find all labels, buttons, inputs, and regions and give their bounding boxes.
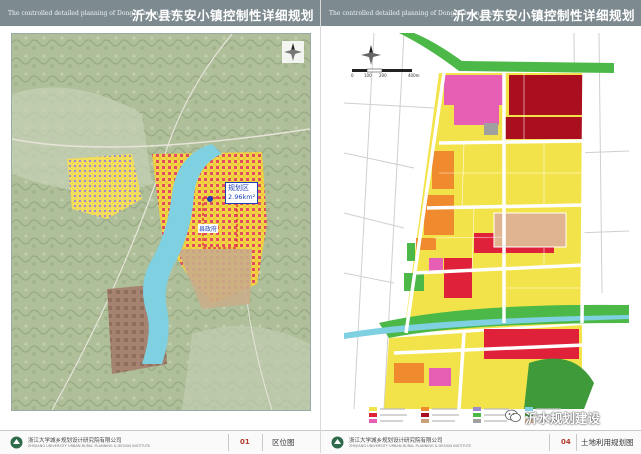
planning-zone-label: 规划区 xyxy=(228,184,249,192)
planning-zone-callout: 规划区 2.96km² xyxy=(225,182,259,204)
institute-name: 浙江大学城乡规划设计研究院有限公司 xyxy=(28,438,122,444)
watermark-text: 沂水规划建设 xyxy=(525,411,601,426)
land-use-map-canvas xyxy=(344,33,629,409)
sheet-footer: 浙江大学城乡规划设计研究院有限公司 ZHEJIANG UNIVERSITY UR… xyxy=(0,430,320,454)
drawing-name: 区位图 xyxy=(272,438,295,447)
location-map-canvas xyxy=(12,34,310,410)
county-government-label: 县政府 xyxy=(198,224,219,233)
location-map[interactable]: 规划区 2.96km² 县政府 xyxy=(11,33,311,411)
location-map-sheet: The controlled detailed planning of Dong… xyxy=(0,0,320,454)
sheet-footer: 浙江大学城乡规划设计研究院有限公司 ZHEJIANG UNIVERSITY UR… xyxy=(321,430,641,454)
scale-tick-0: 0 xyxy=(351,73,354,78)
scale-tick-labels: 0 100 200 400m xyxy=(350,73,420,81)
planning-zone-area: 2.96km² xyxy=(228,193,256,201)
institute-logo-icon xyxy=(10,436,23,449)
header-chinese-title: 沂水县东安小镇控制性详细规划 xyxy=(131,8,314,23)
wechat-icon xyxy=(505,409,521,422)
scale-bar xyxy=(352,68,412,73)
land-use-map[interactable]: 0 100 200 400m xyxy=(344,33,629,409)
page-number: 01 xyxy=(240,438,250,446)
sheet-header: The controlled detailed planning of Dong… xyxy=(0,0,320,26)
admin-parcel xyxy=(432,151,454,189)
drawing-name: 土地利用规划图 xyxy=(581,438,634,447)
commercial-parcel xyxy=(509,75,584,115)
page-number: 04 xyxy=(561,438,571,446)
sheet-header: The controlled detailed planning of Dong… xyxy=(321,0,641,26)
north-arrow-icon xyxy=(282,41,304,63)
institute-logo-icon xyxy=(331,436,344,449)
education-parcel xyxy=(444,75,504,105)
header-chinese-title: 沂水县东安小镇控制性详细规划 xyxy=(452,8,635,23)
institute-name-english: ZHEJIANG UNIVERSITY URBAN-RURAL PLANNING… xyxy=(28,444,151,448)
scale-tick-200: 200 xyxy=(379,73,387,78)
government-marker xyxy=(207,196,213,202)
scale-tick-400: 400m xyxy=(408,73,420,78)
institute-name: 浙江大学城乡规划设计研究院有限公司 xyxy=(349,438,443,444)
institute-name-english: ZHEJIANG UNIVERSITY URBAN-RURAL PLANNING… xyxy=(349,444,472,448)
scale-tick-100: 100 xyxy=(364,73,372,78)
land-use-plan-sheet: The controlled detailed planning of Dong… xyxy=(321,0,641,454)
